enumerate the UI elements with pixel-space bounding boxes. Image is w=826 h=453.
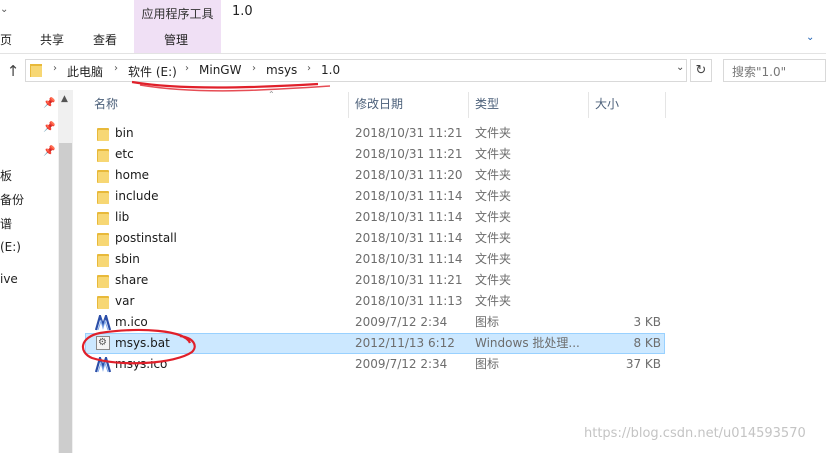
column-header-name[interactable]: 名称	[94, 92, 118, 118]
msys-ico-icon	[95, 315, 111, 331]
column-header-size[interactable]: 大小	[595, 92, 619, 118]
folder-icon	[97, 211, 110, 225]
breadcrumb-current-folder[interactable]: 1.0	[321, 63, 340, 77]
file-type: 文件夹	[475, 294, 512, 308]
search-placeholder: 搜索"1.0"	[732, 65, 787, 79]
file-name: include	[115, 189, 159, 203]
file-type: 文件夹	[475, 189, 512, 203]
address-underline-annotation	[131, 80, 319, 89]
nav-item[interactable]: 谱	[0, 215, 12, 232]
breadcrumb-mingw[interactable]: MinGW	[199, 63, 241, 77]
ribbon-expand-chevron-icon[interactable]: ⌄	[806, 32, 814, 43]
minimize-ribbon-chevron-icon[interactable]: ⌄	[0, 4, 8, 15]
folder-icon	[97, 190, 110, 204]
file-type: 图标	[475, 357, 500, 371]
address-history-chevron-icon[interactable]: ⌄	[676, 62, 684, 73]
folder-icon	[97, 127, 110, 141]
column-header-date[interactable]: 修改日期	[355, 92, 403, 118]
sort-ascending-icon: ⌃	[268, 90, 275, 99]
file-name: lib	[115, 210, 130, 224]
folder-icon	[97, 274, 110, 288]
nav-item[interactable]: 备份	[0, 191, 24, 208]
column-divider[interactable]	[665, 92, 666, 118]
column-header-type[interactable]: 类型	[475, 92, 499, 118]
pin-icon[interactable]: 📌	[43, 98, 55, 109]
file-size: 37 KB	[625, 357, 661, 371]
column-divider[interactable]	[468, 92, 469, 118]
nav-scrollbar-thumb[interactable]	[59, 143, 72, 453]
nav-item-drive-e[interactable]: (E:)	[0, 240, 21, 254]
file-type: 文件夹	[475, 168, 512, 182]
tab-share[interactable]: 共享	[40, 31, 64, 48]
file-modified-date: 2018/10/31 11:14	[355, 252, 463, 266]
file-modified-date: 2018/10/31 11:14	[355, 210, 463, 224]
file-type: 文件夹	[475, 273, 512, 287]
file-modified-date: 2018/10/31 11:20	[355, 168, 463, 182]
file-name: postinstall	[115, 231, 177, 245]
file-modified-date: 2018/10/31 11:21	[355, 273, 463, 287]
file-modified-date: 2018/10/31 11:14	[355, 189, 463, 203]
file-name: home	[115, 168, 150, 182]
file-name: msys.bat	[115, 336, 170, 350]
address-underline-annotation	[139, 84, 331, 92]
breadcrumb-drive-e[interactable]: 软件 (E:)	[128, 63, 177, 80]
column-divider[interactable]	[348, 92, 349, 118]
up-arrow-icon[interactable]: ↑	[3, 61, 23, 81]
breadcrumb-separator-icon[interactable]: ›	[307, 63, 311, 74]
file-name: bin	[115, 126, 134, 140]
folder-icon	[97, 169, 110, 183]
file-modified-date: 2009/7/12 2:34	[355, 357, 448, 371]
batch-file-icon: ⚙	[96, 336, 110, 350]
breadcrumb-separator-icon[interactable]: ›	[114, 63, 118, 74]
tab-view[interactable]: 查看	[93, 31, 117, 48]
ribbon-divider	[0, 53, 826, 54]
nav-item-onedrive[interactable]: ive	[0, 272, 18, 286]
file-modified-date: 2018/10/31 11:21	[355, 126, 463, 140]
tab-page[interactable]: 页	[0, 31, 12, 48]
file-type: 文件夹	[475, 210, 512, 224]
breadcrumb-separator-icon[interactable]: ›	[185, 63, 189, 74]
file-modified-date: 2009/7/12 2:34	[355, 315, 448, 329]
breadcrumb-msys[interactable]: msys	[266, 63, 297, 77]
file-type: 文件夹	[475, 147, 512, 161]
folder-icon	[97, 232, 110, 246]
file-modified-date: 2018/10/31 11:21	[355, 147, 463, 161]
msys-ico-icon	[95, 357, 111, 373]
file-type: 图标	[475, 315, 500, 329]
window-title: 1.0	[232, 4, 253, 19]
folder-icon	[97, 253, 110, 267]
file-name: msys.ico	[115, 357, 168, 371]
breadcrumb-this-pc[interactable]: 此电脑	[67, 63, 103, 80]
file-type: 文件夹	[475, 252, 512, 266]
file-type: Windows 批处理...	[475, 336, 580, 350]
refresh-icon[interactable]: ↻	[690, 59, 712, 82]
file-modified-date: 2018/10/31 11:13	[355, 294, 463, 308]
breadcrumb-separator-icon[interactable]: ›	[252, 63, 256, 74]
address-bar[interactable]	[25, 59, 687, 82]
file-size: 8 KB	[633, 336, 661, 350]
pin-icon[interactable]: 📌	[43, 122, 55, 133]
pin-icon[interactable]: 📌	[43, 146, 55, 157]
file-type: 文件夹	[475, 126, 512, 140]
nav-item[interactable]: 板	[0, 167, 12, 184]
folder-icon	[30, 63, 43, 77]
folder-icon	[97, 148, 110, 162]
file-name: sbin	[115, 252, 140, 266]
file-size: 3 KB	[633, 315, 661, 329]
watermark: https://blog.csdn.net/u014593570	[584, 426, 806, 441]
context-group-label: 应用程序工具	[141, 7, 214, 21]
tab-manage[interactable]: 管理	[164, 31, 188, 48]
file-name: share	[115, 273, 149, 287]
file-name: etc	[115, 147, 134, 161]
file-name: var	[115, 294, 135, 308]
folder-icon	[97, 295, 110, 309]
scroll-up-arrow-icon[interactable]: ▲	[61, 94, 68, 104]
file-modified-date: 2018/10/31 11:14	[355, 231, 463, 245]
file-name: m.ico	[115, 315, 148, 329]
file-type: 文件夹	[475, 231, 512, 245]
column-divider[interactable]	[588, 92, 589, 118]
breadcrumb-separator-icon[interactable]: ›	[53, 63, 57, 74]
file-modified-date: 2012/11/13 6:12	[355, 336, 455, 350]
